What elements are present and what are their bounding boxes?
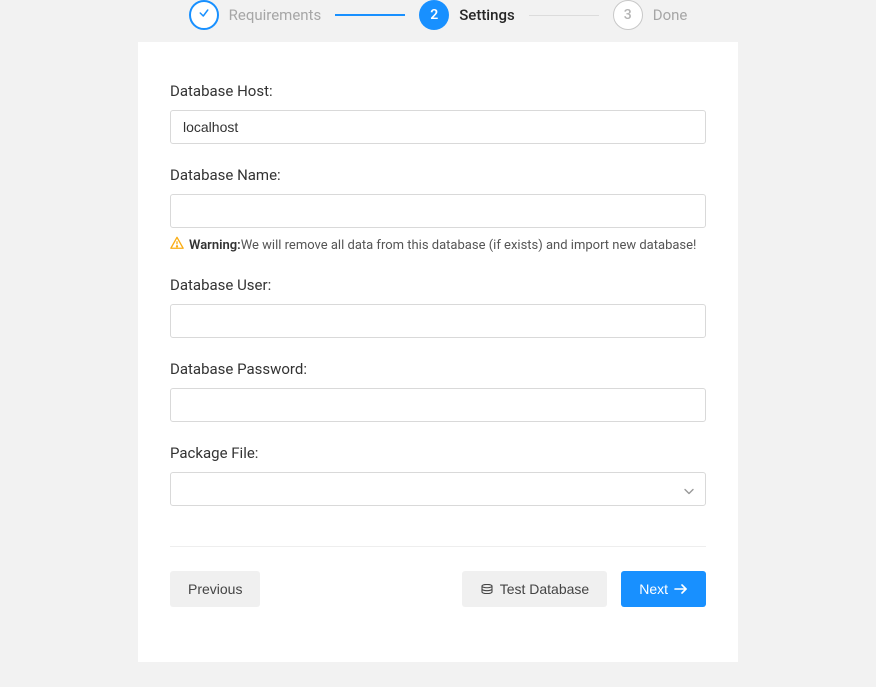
form-group-db-user: Database User: (170, 276, 706, 338)
settings-card: Database Host: Database Name: Warning:We… (138, 42, 738, 662)
db-host-input[interactable] (170, 110, 706, 144)
step-label: Settings (459, 6, 515, 24)
warning-icon (170, 236, 184, 254)
warning-label: Warning: (189, 238, 241, 253)
arrow-right-icon (674, 581, 688, 597)
form-group-package-file: Package File: (170, 444, 706, 506)
step-label: Requirements (229, 6, 322, 24)
db-password-input[interactable] (170, 388, 706, 422)
previous-button-label: Previous (188, 581, 242, 597)
form-group-db-name: Database Name: Warning:We will remove al… (170, 166, 706, 254)
step-done: 3 Done (613, 0, 688, 30)
next-button-label: Next (639, 581, 668, 597)
step-connector (335, 14, 405, 16)
test-database-button-label: Test Database (500, 581, 590, 597)
step-requirements: Requirements (189, 0, 322, 30)
step-label: Done (653, 6, 688, 24)
step-connector (529, 15, 599, 16)
step-circle-active: 2 (419, 0, 449, 30)
test-database-button[interactable]: Test Database (462, 571, 608, 607)
step-circle-completed (189, 0, 219, 30)
warning-text: We will remove all data from this databa… (241, 238, 697, 253)
check-icon (198, 7, 210, 23)
db-name-label: Database Name: (170, 166, 706, 184)
package-file-label: Package File: (170, 444, 706, 462)
previous-button[interactable]: Previous (170, 571, 260, 607)
step-circle-pending: 3 (613, 0, 643, 30)
db-name-warning: Warning:We will remove all data from thi… (170, 236, 706, 254)
form-group-db-password: Database Password: (170, 360, 706, 422)
step-settings: 2 Settings (419, 0, 515, 30)
next-button[interactable]: Next (621, 571, 706, 607)
footer-divider (170, 546, 706, 547)
db-name-input[interactable] (170, 194, 706, 228)
footer: Previous Test Database Next (170, 571, 706, 607)
database-icon (480, 581, 494, 597)
db-password-label: Database Password: (170, 360, 706, 378)
package-file-select[interactable] (170, 472, 706, 506)
db-user-input[interactable] (170, 304, 706, 338)
stepper: Requirements 2 Settings 3 Done (0, 0, 876, 42)
db-user-label: Database User: (170, 276, 706, 294)
form-group-db-host: Database Host: (170, 82, 706, 144)
db-host-label: Database Host: (170, 82, 706, 100)
